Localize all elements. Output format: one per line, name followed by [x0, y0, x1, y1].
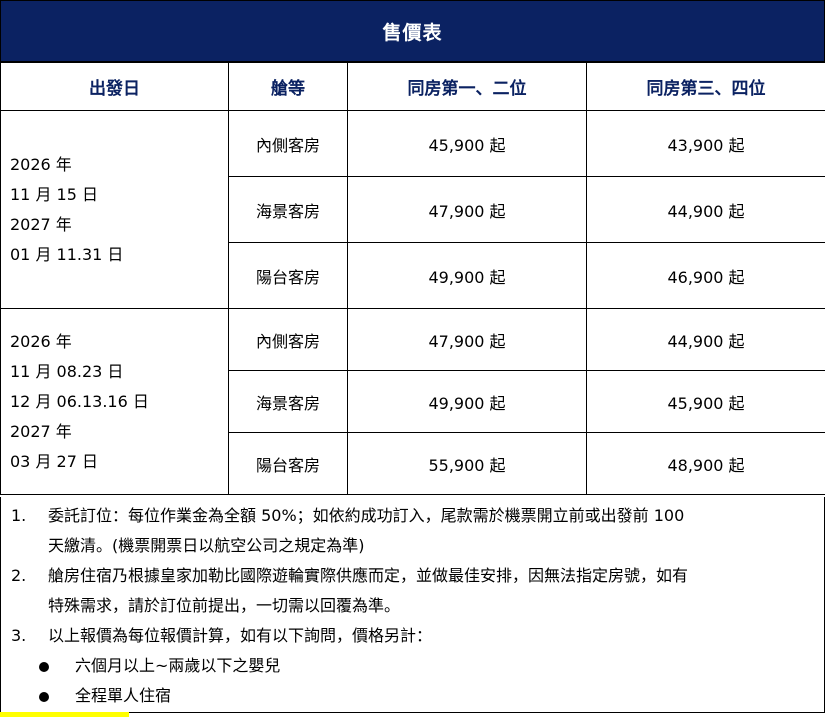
bullet-dot-icon	[39, 692, 49, 702]
note-number: 1.	[11, 506, 27, 525]
header-price-first-second: 同房第一、二位	[347, 62, 587, 111]
note-line: 天繳清。(機票開票日以航空公司之規定為準)	[48, 536, 365, 555]
cabin-type: 內側客房	[228, 308, 348, 371]
notes-section: 1. 委託訂位：每位作業金為全額 50%；如依約成功訂入，尾款需於機票開立前或出…	[0, 497, 825, 713]
cabin-type: 海景客房	[228, 176, 348, 243]
price-third-fourth: 48,900 起	[586, 432, 825, 495]
date-line: 11 月 15 日	[10, 184, 98, 204]
price-first-second: 47,900 起	[347, 308, 587, 371]
date-line: 2026 年	[10, 331, 72, 351]
note-text: 以上報價為每位報價計算，如有以下詢問，價格另計：	[48, 621, 813, 651]
bullet-text: 六個月以上~兩歲以下之嬰兒	[75, 656, 281, 675]
header-row: 出發日 艙等 同房第一、二位 同房第三、四位	[0, 62, 825, 111]
date-line: 2027 年	[10, 421, 72, 441]
price-third-fourth: 44,900 起	[586, 308, 825, 371]
date-line: 2026 年	[10, 154, 72, 174]
departure-dates: 2026 年 11 月 15 日 2027 年 01 月 11.31 日	[0, 110, 229, 309]
price-third-fourth: 45,900 起	[586, 370, 825, 433]
date-line: 03 月 27 日	[10, 451, 98, 471]
note-line: 艙房住宿乃根據皇家加勒比國際遊輪實際供應而定，並做最佳安排，因無法指定房號，如有	[48, 566, 689, 585]
price-third-fourth: 44,900 起	[586, 176, 825, 243]
note-line: 委託訂位：每位作業金為全額 50%；如依約成功訂入，尾款需於機票開立前或出發前 …	[48, 506, 685, 525]
cabin-type: 內側客房	[228, 110, 348, 177]
price-first-second: 47,900 起	[347, 176, 587, 243]
header-price-third-fourth: 同房第三、四位	[586, 62, 825, 111]
price-table: 出發日 艙等 同房第一、二位 同房第三、四位 2026 年 11 月 15 日 …	[0, 62, 825, 495]
note-line: 特殊需求，請於訂位前提出，一切需以回覆為準。	[48, 596, 401, 615]
table-row: 2026 年 11 月 15 日 2027 年 01 月 11.31 日 內側客…	[0, 110, 825, 309]
departure-dates: 2026 年 11 月 08.23 日 12 月 06.13.16 日 2027…	[0, 308, 229, 495]
date-line: 11 月 08.23 日	[10, 361, 124, 381]
note-number: 2.	[11, 566, 27, 585]
note-line: 以上報價為每位報價計算，如有以下詢問，價格另計：	[48, 626, 433, 645]
cabin-type: 陽台客房	[228, 242, 348, 309]
note-number: 3.	[11, 626, 27, 645]
table-row: 2026 年 11 月 08.23 日 12 月 06.13.16 日 2027…	[0, 308, 825, 495]
date-line: 01 月 11.31 日	[10, 244, 124, 264]
price-first-second: 45,900 起	[347, 110, 587, 177]
price-document: 售價表 出發日 艙等 同房第一、二位 同房第三、四位 2026 年 11 月 1…	[0, 0, 825, 713]
note-text: 委託訂位：每位作業金為全額 50%；如依約成功訂入，尾款需於機票開立前或出發前 …	[48, 501, 813, 561]
date-line: 12 月 06.13.16 日	[10, 391, 149, 411]
note-text: 艙房住宿乃根據皇家加勒比國際遊輪實際供應而定，並做最佳安排，因無法指定房號，如有…	[48, 561, 813, 621]
table-title: 售價表	[0, 0, 825, 62]
cabin-type: 陽台客房	[228, 432, 348, 495]
price-third-fourth: 46,900 起	[586, 242, 825, 309]
date-line: 2027 年	[10, 214, 72, 234]
price-first-second: 49,900 起	[347, 242, 587, 309]
price-third-fourth: 43,900 起	[586, 110, 825, 177]
highlight-mark	[0, 712, 129, 717]
header-cabin: 艙等	[228, 62, 348, 111]
price-first-second: 55,900 起	[347, 432, 587, 495]
price-first-second: 49,900 起	[347, 370, 587, 433]
header-departure: 出發日	[0, 62, 229, 111]
bullet-text: 全程單人住宿	[75, 686, 172, 705]
bullet-dot-icon	[39, 662, 49, 672]
cabin-type: 海景客房	[228, 370, 348, 433]
